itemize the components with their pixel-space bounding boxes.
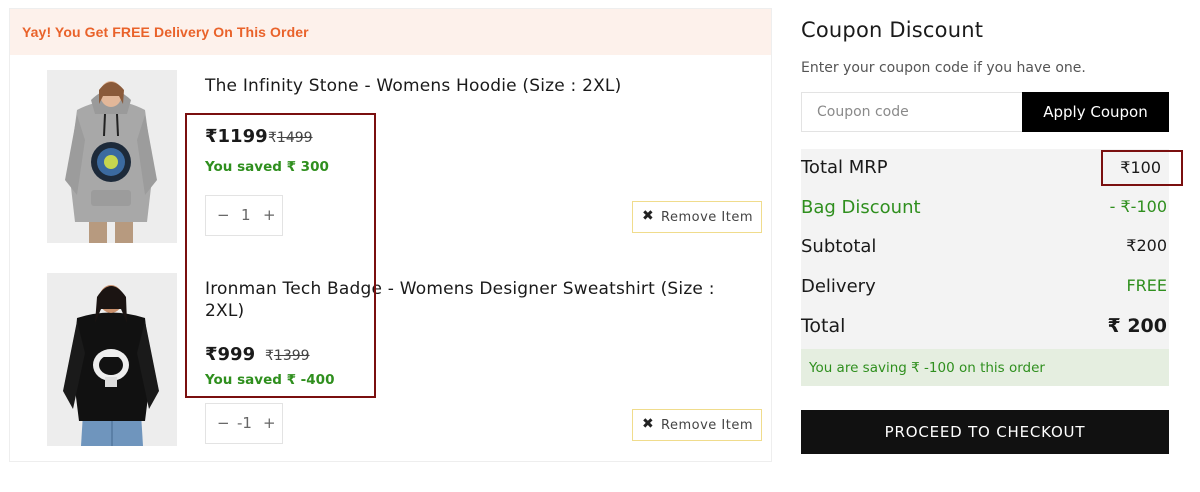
item-name[interactable]: The Infinity Stone - Womens Hoodie (Size… [205, 75, 745, 97]
remove-item-label: Remove Item [661, 418, 753, 433]
savings-banner: You are saving ₹ -100 on this order [801, 349, 1169, 386]
product-image-sweatshirt[interactable] [47, 273, 177, 446]
remove-item-label: Remove Item [661, 210, 753, 225]
coupon-discount-title: Coupon Discount [801, 18, 984, 42]
savings-text: You are saving ₹ -100 on this order [809, 360, 1045, 376]
bag-discount-value: - ₹-100 [1109, 197, 1167, 216]
grand-total-value: ₹ 200 [1107, 315, 1168, 337]
coupon-code-input[interactable] [801, 92, 1023, 132]
price-highlight-box [185, 113, 376, 398]
grand-total-label: Total [801, 315, 846, 337]
remove-item-button[interactable]: ✖ Remove Item [632, 409, 762, 441]
quantity-stepper: − -1 + [205, 403, 283, 444]
free-delivery-banner: Yay! You Get FREE Delivery On This Order [10, 9, 771, 55]
total-mrp-highlight-box [1101, 150, 1183, 186]
free-delivery-text: Yay! You Get FREE Delivery On This Order [22, 24, 309, 40]
remove-item-button[interactable]: ✖ Remove Item [632, 201, 762, 233]
delivery-value: FREE [1126, 276, 1167, 295]
total-mrp-label: Total MRP [801, 157, 888, 178]
increase-quantity-button[interactable]: + [263, 414, 276, 432]
apply-coupon-button[interactable]: Apply Coupon [1022, 92, 1169, 132]
proceed-to-checkout-button[interactable]: PROCEED TO CHECKOUT [801, 410, 1169, 454]
subtotal-label: Subtotal [801, 236, 877, 257]
product-image-hoodie[interactable] [47, 70, 177, 243]
close-icon: ✖ [642, 416, 655, 432]
quantity-value: -1 [237, 414, 252, 432]
subtotal-value: ₹200 [1126, 236, 1167, 255]
close-icon: ✖ [642, 208, 655, 224]
delivery-label: Delivery [801, 276, 876, 297]
bag-discount-label: Bag Discount [801, 197, 921, 218]
coupon-hint: Enter your coupon code if you have one. [801, 60, 1086, 76]
decrease-quantity-button[interactable]: − [217, 414, 230, 432]
